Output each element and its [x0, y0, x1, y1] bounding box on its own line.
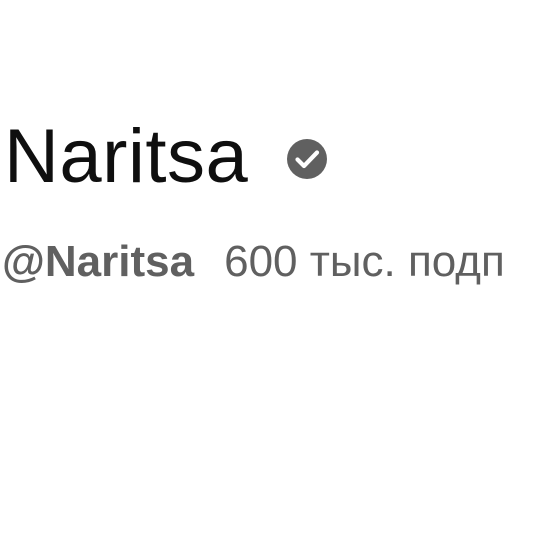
subscriber-count: 600 тыс. подп — [224, 237, 505, 286]
channel-header: Naritsa @Naritsa 600 тыс. подп — [0, 0, 560, 560]
verified-check-icon[interactable] — [286, 138, 328, 180]
channel-name-row: Naritsa — [4, 112, 328, 202]
channel-handle[interactable]: @Naritsa — [2, 240, 194, 284]
channel-meta-row: @Naritsa 600 тыс. подп — [2, 234, 505, 290]
page: Naritsa @Naritsa 600 тыс. подп — [0, 0, 560, 560]
channel-name: Naritsa — [4, 114, 249, 199]
